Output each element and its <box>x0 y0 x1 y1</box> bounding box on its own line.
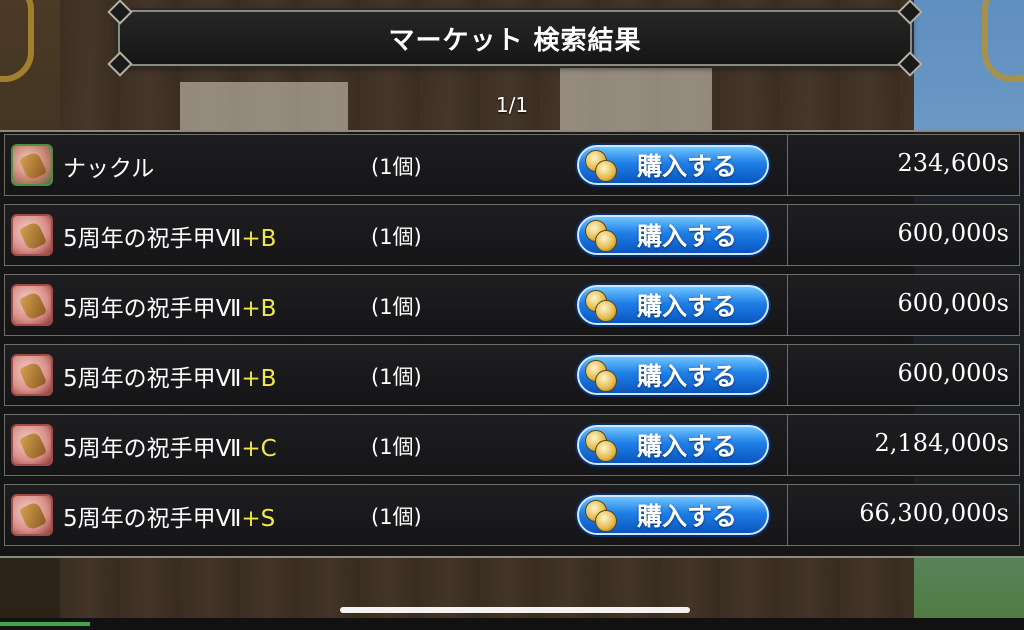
item-grade: +B <box>241 296 277 322</box>
home-indicator[interactable] <box>340 607 690 613</box>
listing-row: 5周年の祝手甲Ⅶ+S (1個) 購入する 66,300,000s <box>4 484 1020 546</box>
buy-button[interactable]: 購入する <box>577 495 769 535</box>
item-name: 5周年の祝手甲Ⅶ+B <box>63 366 277 392</box>
item-grade: +S <box>241 506 276 532</box>
buy-button-label: 購入する <box>637 222 738 251</box>
item-grade: +B <box>241 366 277 392</box>
item-price: 66,300,000s <box>859 499 1009 527</box>
item-count: (1個) <box>371 435 422 459</box>
buy-button[interactable]: 購入する <box>577 285 769 325</box>
item-price: 234,600s <box>897 149 1009 177</box>
item-count: (1個) <box>371 295 422 319</box>
item-count: (1個) <box>371 365 422 389</box>
item-grade: +B <box>241 226 277 252</box>
item-name: 5周年の祝手甲Ⅶ+B <box>63 226 277 252</box>
coin-icon <box>583 288 617 322</box>
item-count: (1個) <box>371 225 422 249</box>
item-price: 2,184,000s <box>874 429 1009 457</box>
column-divider <box>787 345 788 405</box>
gauntlet-icon <box>11 284 53 326</box>
listing-row: 5周年の祝手甲Ⅶ+C (1個) 購入する 2,184,000s <box>4 414 1020 476</box>
buy-button-label: 購入する <box>637 362 738 391</box>
bottom-status-bar <box>0 618 1024 630</box>
item-name: 5周年の祝手甲Ⅶ+S <box>63 506 276 532</box>
coin-icon <box>583 428 617 462</box>
knuckle-icon <box>11 144 53 186</box>
gauntlet-icon <box>11 354 53 396</box>
column-divider <box>787 135 788 195</box>
title-bar: マーケット 検索結果 <box>107 0 923 77</box>
buy-button[interactable]: 購入する <box>577 145 769 185</box>
gauntlet-icon <box>11 214 53 256</box>
page-title: マーケット 検索結果 <box>388 25 642 56</box>
page-indicator: 1/1 <box>495 93 529 117</box>
gauntlet-icon <box>11 494 53 536</box>
buy-button-label: 購入する <box>637 432 738 461</box>
column-divider <box>787 275 788 335</box>
buy-button-label: 購入する <box>637 292 738 321</box>
item-price: 600,000s <box>897 359 1009 387</box>
item-name: ナックル <box>63 156 155 182</box>
item-name: 5周年の祝手甲Ⅶ+B <box>63 296 277 322</box>
item-price: 600,000s <box>897 289 1009 317</box>
gauntlet-icon <box>11 424 53 466</box>
item-grade: +C <box>241 436 277 462</box>
frame-ornament-right <box>982 0 1024 82</box>
buy-button[interactable]: 購入する <box>577 425 769 465</box>
buy-button[interactable]: 購入する <box>577 355 769 395</box>
listing-table: ナックル (1個) 購入する 234,600s 5周年の祝手甲Ⅶ+B (1個) … <box>0 130 1024 558</box>
buy-button-label: 購入する <box>637 152 738 181</box>
coin-icon <box>583 358 617 392</box>
item-count: (1個) <box>371 505 422 529</box>
coin-icon <box>583 218 617 252</box>
status-bar-fill <box>0 622 90 626</box>
coin-icon <box>583 498 617 532</box>
listing-row: 5周年の祝手甲Ⅶ+B (1個) 購入する 600,000s <box>4 344 1020 406</box>
column-divider <box>787 205 788 265</box>
column-divider <box>787 485 788 545</box>
buy-button-label: 購入する <box>637 502 738 531</box>
column-divider <box>787 415 788 475</box>
coin-icon <box>583 148 617 182</box>
listing-row: ナックル (1個) 購入する 234,600s <box>4 134 1020 196</box>
item-count: (1個) <box>371 155 422 179</box>
listing-row: 5周年の祝手甲Ⅶ+B (1個) 購入する 600,000s <box>4 204 1020 266</box>
buy-button[interactable]: 購入する <box>577 215 769 255</box>
listing-row: 5周年の祝手甲Ⅶ+B (1個) 購入する 600,000s <box>4 274 1020 336</box>
item-name: 5周年の祝手甲Ⅶ+C <box>63 436 277 462</box>
item-price: 600,000s <box>897 219 1009 247</box>
